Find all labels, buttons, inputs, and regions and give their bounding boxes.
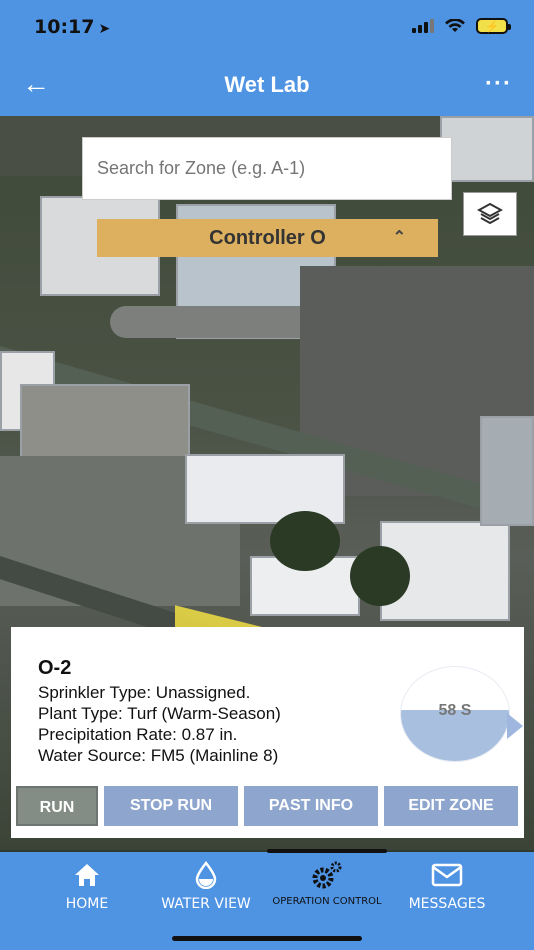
status-bar: 10:17 ➤ ⚡ (0, 0, 534, 56)
map-building (480, 416, 534, 526)
status-icons: ⚡ (412, 18, 511, 34)
map-building (440, 116, 534, 182)
map-tree (270, 511, 340, 571)
water-source: Water Source: FM5 (Mainline 8) (38, 746, 279, 765)
drawer-handle[interactable] (267, 849, 387, 853)
nav-home[interactable]: HOME (52, 860, 122, 912)
wifi-icon (445, 19, 465, 32)
nav-operation-control[interactable]: OPERATION CONTROL (262, 860, 392, 907)
layers-icon (477, 202, 503, 225)
runtime-gauge[interactable]: 58 S (401, 667, 509, 761)
past-info-button[interactable]: PAST INFO (244, 786, 378, 826)
chevron-updown-icon: ⌃ (392, 229, 406, 246)
zone-search-input[interactable] (82, 137, 452, 200)
gauge-label: 58 S (438, 702, 472, 719)
nav-operation-control-label: OPERATION CONTROL (272, 896, 382, 907)
battery-icon: ⚡ (476, 18, 511, 34)
map-layers-button[interactable] (463, 192, 517, 236)
controller-select-label: Controller O (209, 227, 326, 249)
cellular-signal-icon (412, 19, 434, 33)
battery-charging-glyph: ⚡ (485, 20, 499, 33)
run-button[interactable]: RUN (16, 786, 98, 826)
home-icon (52, 860, 122, 890)
zone-title: O-2 (38, 657, 72, 679)
nav-messages[interactable]: MESSAGES (400, 860, 494, 912)
home-indicator[interactable] (172, 936, 362, 941)
precipitation-rate: Precipitation Rate: 0.87 in. (38, 725, 238, 744)
envelope-icon (400, 860, 494, 890)
status-time: 10:17 ➤ (34, 16, 110, 38)
more-icon[interactable]: ··· (485, 70, 512, 98)
nav-water-view[interactable]: WATER VIEW (150, 860, 262, 912)
plant-type: Plant Type: Turf (Warm-Season) (38, 704, 281, 723)
edit-zone-button[interactable]: EDIT ZONE (384, 786, 518, 826)
page-title: Wet Lab (224, 72, 310, 97)
water-drop-icon (150, 860, 262, 890)
status-time-text: 10:17 (34, 16, 95, 38)
map-tree (350, 546, 410, 606)
nav-water-view-label: WATER VIEW (161, 896, 251, 912)
stop-run-button[interactable]: STOP RUN (104, 786, 238, 826)
nav-home-label: HOME (65, 896, 109, 912)
app-header: ← Wet Lab ··· (0, 56, 534, 116)
nav-messages-label: MESSAGES (408, 896, 486, 912)
controller-select[interactable]: Controller O ⌃ (97, 219, 438, 257)
gears-icon (262, 860, 392, 890)
action-row: RUN STOP RUN PAST INFO EDIT ZONE (11, 786, 524, 830)
location-arrow-icon: ➤ (98, 21, 111, 37)
sprinkler-type: Sprinkler Type: Unassigned. (38, 683, 251, 702)
